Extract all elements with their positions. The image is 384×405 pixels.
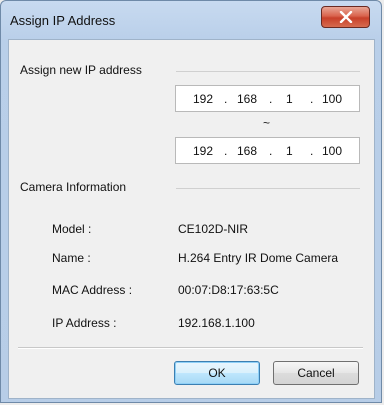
assign-group-label: Assign new IP address [20,63,142,77]
end-ip-octet-4[interactable]: 100 [322,144,342,158]
ip-dot: . [224,92,228,106]
cancel-button[interactable]: Cancel [273,361,359,385]
ip-dot: . [310,144,314,158]
ip-dot: . [310,92,314,106]
window-title: Assign IP Address [10,13,116,28]
start-ip-octet-1[interactable]: 192 [193,92,213,106]
close-button[interactable] [321,6,370,28]
ip-dot: . [269,144,273,158]
start-ip-octet-2[interactable]: 168 [237,92,257,106]
end-ip-field[interactable]: 192 . 168 . 1 . 100 [175,137,360,164]
start-ip-octet-4[interactable]: 100 [322,92,342,106]
assign-group-line [176,71,360,72]
name-value: H.264 Entry IR Dome Camera [178,251,339,265]
mac-address-label: MAC Address : [52,283,133,297]
separator [18,347,363,349]
dialog-client-area: Assign new IP address 192 . 168 . 1 . 10… [8,39,375,399]
title-bar[interactable]: Assign IP Address [1,1,381,39]
end-ip-octet-3[interactable]: 1 [286,144,293,158]
assign-ip-dialog: Assign IP Address Assign new IP address … [0,0,382,403]
ip-address-label: IP Address : [52,316,117,330]
mac-address-value: 00:07:D8:17:63:5C [178,283,279,297]
range-separator: ~ [263,116,271,130]
model-label: Model : [52,222,92,236]
name-label: Name : [52,251,91,265]
start-ip-octet-3[interactable]: 1 [286,92,293,106]
camera-info-line [176,188,360,189]
camera-info-label: Camera Information [20,180,127,194]
ok-button[interactable]: OK [174,361,260,385]
end-ip-octet-2[interactable]: 168 [237,144,257,158]
ip-dot: . [224,144,228,158]
ip-dot: . [269,92,273,106]
ip-address-value: 192.168.1.100 [178,316,255,330]
start-ip-field[interactable]: 192 . 168 . 1 . 100 [175,85,360,112]
end-ip-octet-1[interactable]: 192 [193,144,213,158]
close-icon [339,11,352,23]
model-value: CE102D-NIR [178,222,249,236]
